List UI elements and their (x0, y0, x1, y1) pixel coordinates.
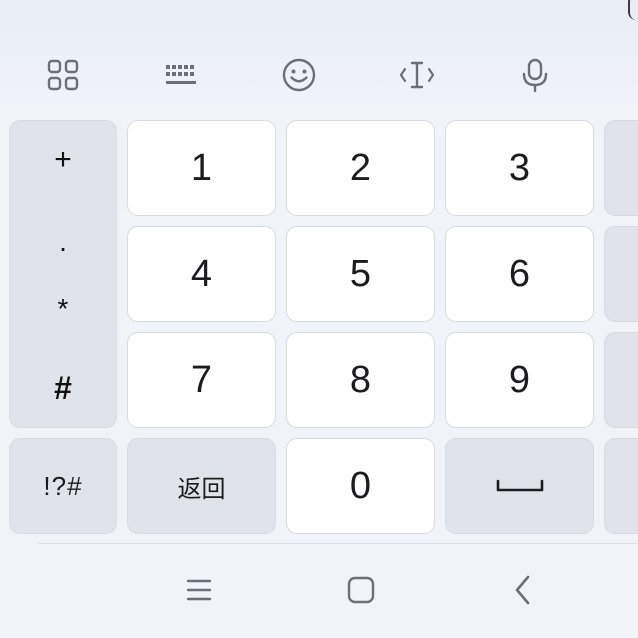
key-2[interactable]: 2 (286, 120, 435, 216)
recent-apps-icon[interactable] (177, 570, 221, 610)
back-key[interactable]: 返回 (127, 438, 276, 534)
microphone-icon[interactable] (515, 55, 555, 95)
key-9[interactable]: 9 (445, 332, 594, 428)
key-5[interactable]: 5 (286, 226, 435, 322)
dot-symbol: . (59, 226, 67, 257)
space-key[interactable] (445, 438, 594, 534)
right-edge-key-3[interactable] (604, 332, 638, 428)
right-edge-key-2[interactable] (604, 226, 638, 322)
key-1[interactable]: 1 (127, 120, 276, 216)
numeric-keyboard-screen: + . * # 1 2 3 4 5 6 7 8 9 !?# 返回 0 (0, 0, 638, 638)
symbol-column-key[interactable]: + . * # (9, 120, 117, 428)
right-edge-key-4[interactable] (604, 438, 638, 534)
symbols-toggle-key[interactable]: !?# (9, 438, 117, 534)
right-edge-key-1[interactable] (604, 120, 638, 216)
key-0[interactable]: 0 (286, 438, 435, 534)
key-3[interactable]: 3 (445, 120, 594, 216)
home-icon[interactable] (339, 570, 383, 610)
key-6[interactable]: 6 (445, 226, 594, 322)
hash-symbol: # (54, 370, 72, 406)
plus-symbol: + (54, 143, 72, 176)
key-4[interactable]: 4 (127, 226, 276, 322)
space-bar-icon (496, 479, 543, 492)
key-7[interactable]: 7 (127, 332, 276, 428)
key-8[interactable]: 8 (286, 332, 435, 428)
app-edge-fragment (628, 0, 638, 20)
emoji-icon[interactable] (279, 55, 319, 95)
star-symbol: * (57, 293, 69, 324)
cursor-edit-icon[interactable] (397, 55, 437, 95)
back-icon[interactable] (501, 570, 545, 610)
keyboard-toolbar (0, 45, 638, 105)
nav-divider (38, 543, 638, 544)
keyboard-icon[interactable] (161, 55, 201, 95)
apps-grid-icon[interactable] (43, 55, 83, 95)
